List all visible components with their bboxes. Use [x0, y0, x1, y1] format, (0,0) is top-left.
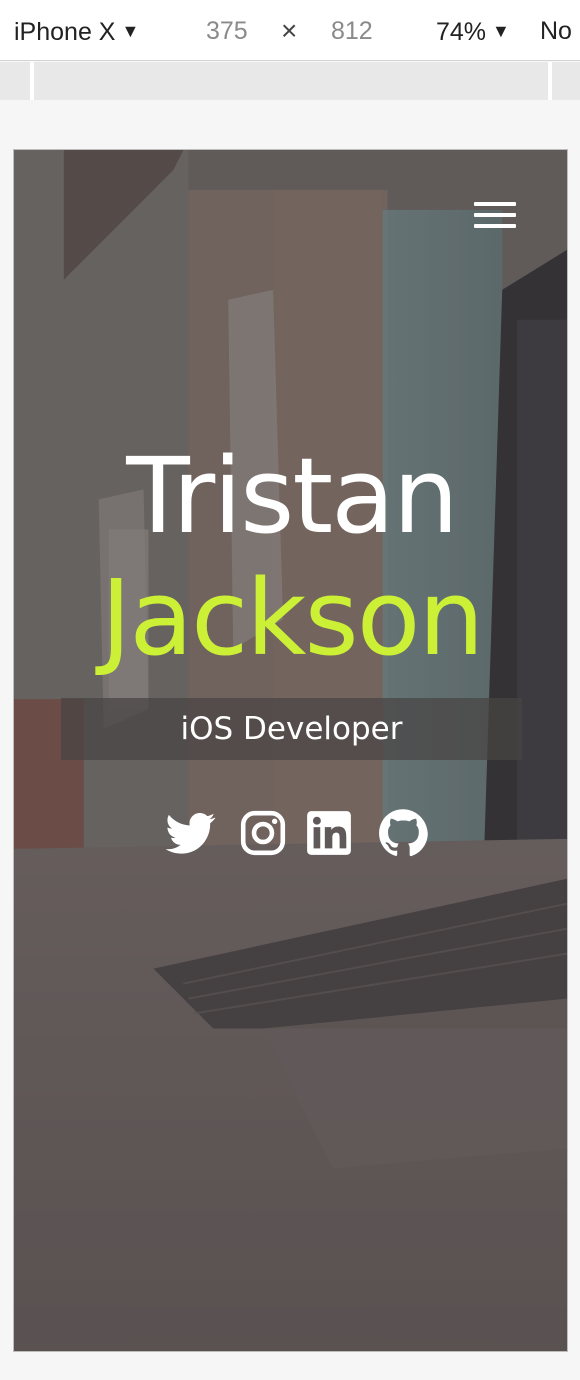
twitter-link[interactable]: [166, 808, 216, 858]
role-title: iOS Developer: [180, 711, 403, 747]
menu-bar: [474, 202, 516, 206]
ruler-divider: [548, 62, 552, 100]
hero-last-name: Jackson: [100, 557, 485, 679]
linkedin-icon: [307, 811, 351, 855]
device-dropdown-caret-icon: ▼: [121, 21, 140, 41]
github-icon: [379, 809, 428, 857]
throttle-select[interactable]: No: [540, 0, 572, 60]
media-query-ruler[interactable]: [0, 62, 580, 100]
instagram-link[interactable]: [238, 808, 288, 858]
device-select[interactable]: iPhone X ▼: [14, 0, 139, 60]
hero-first-name: Tristan: [126, 435, 459, 557]
zoom-dropdown-caret-icon: ▼: [492, 21, 510, 41]
ruler-divider: [30, 62, 34, 100]
device-viewport: Tristan Jackson iOS Developer: [13, 149, 568, 1352]
social-links: [166, 808, 428, 858]
zoom-select[interactable]: 74% ▼: [436, 0, 510, 60]
menu-bar: [474, 213, 516, 217]
instagram-icon: [240, 810, 286, 856]
device-toolbar: iPhone X ▼ 375 × 812 74% ▼ No: [0, 0, 580, 61]
menu-bar: [474, 224, 516, 228]
device-name: iPhone X: [14, 18, 116, 46]
role-banner: iOS Developer: [61, 698, 522, 760]
twitter-icon: [166, 813, 216, 854]
zoom-value: 74%: [436, 18, 487, 46]
linkedin-link[interactable]: [304, 808, 354, 858]
height-field[interactable]: 812: [331, 0, 373, 60]
width-field[interactable]: 375: [206, 0, 248, 60]
dimension-separator: ×: [281, 15, 298, 46]
github-link[interactable]: [378, 808, 428, 858]
hamburger-menu-icon[interactable]: [474, 200, 518, 232]
